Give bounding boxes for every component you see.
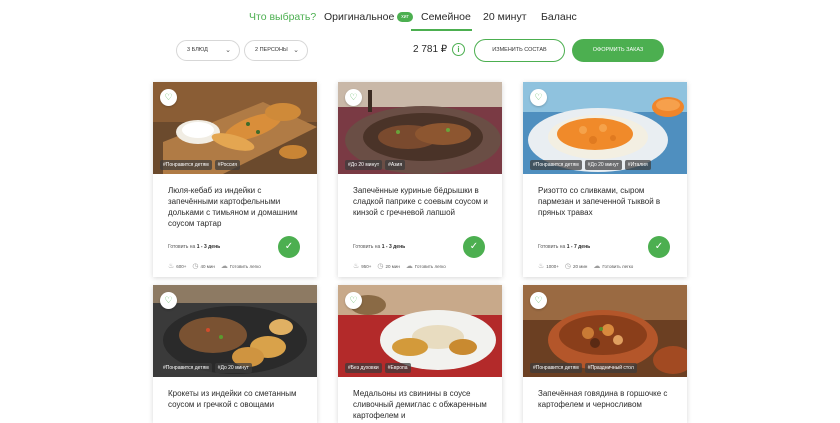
recipe-stats: ♨ 1000+ ◷ 20 мин ☁ Готовить легко [538,262,639,270]
calories-value: 600+ [176,263,187,269]
recipe-image: ♡ #Понравится детям #Россия [153,82,317,174]
chevron-down-icon: ⌄ [293,47,299,54]
cook-prefix: Готовить на [168,244,196,250]
tag-list: #Без духовки #Европа [345,363,411,373]
recipe-title[interactable]: Крокеты из индейки со сметанным соусом и… [168,388,308,410]
recipe-tag: #До 20 минут [345,160,383,170]
recipe-title[interactable]: Люля-кебаб из индейки с запечёнными карт… [168,185,308,229]
calories-value: 1000+ [546,263,559,269]
tab-original[interactable]: Оригинальное хит [324,11,413,23]
clock-icon: ◷ [564,263,572,270]
recipe-card[interactable]: ♡ #До 20 минут #Азия Запечённые куриные … [338,82,502,277]
tag-list: #Понравится детям #До 20 минут #Италия [530,160,651,170]
tab-balance[interactable]: Баланс [541,11,577,23]
recipe-stats: ♨ 950+ ◷ 20 мин ☁ Готовить легко [353,262,452,270]
tab-family[interactable]: Семейное [421,11,471,23]
place-order-button[interactable]: Оформить заказ [572,39,664,62]
recipe-tag: #До 20 минут [214,363,252,373]
calories-icon: ♨ [538,263,545,270]
favorite-heart-icon[interactable]: ♡ [160,292,177,309]
recipe-tag: #Понравится детям [530,160,582,170]
recipe-card[interactable]: ♡ #Понравится детям #До 20 минут Крокеты… [153,285,317,423]
recipe-tag: #Европа [384,363,411,373]
persons-count-value: 2 персоны [255,47,288,53]
favorite-heart-icon[interactable]: ♡ [160,89,177,106]
recipe-stats: ♨ 600+ ◷ 40 мин ☁ Готовить легко [168,262,267,270]
recipe-card[interactable]: ♡ #Понравится детям #Россия Люля-кебаб и… [153,82,317,277]
recipe-tag: #Италия [624,160,651,170]
recipe-title[interactable]: Медальоны из свинины в соусе сливочный д… [353,388,493,421]
active-tab-indicator [411,29,472,31]
difficulty-value: Готовить легко [602,263,634,269]
clock-icon: ◷ [192,263,199,270]
cook-days: 1 - 3 день [196,244,221,250]
tag-list: #До 20 минут #Азия [345,160,406,170]
recipe-image: ♡ #Понравится детям #До 20 минут [153,285,317,377]
dishes-count-select[interactable]: 3 блюд ⌄ [176,40,240,61]
recipe-title[interactable]: Ризотто со сливками, сыром пармезан и за… [538,185,678,218]
cook-days: 1 - 7 день [566,244,591,250]
recipe-image: ♡ #Понравится детям #До 20 минут #Италия [523,82,687,174]
cook-prefix: Готовить на [353,244,381,250]
change-composition-button[interactable]: Изменить состав [474,39,565,62]
time-value: 20 мин [385,263,400,269]
clock-icon: ◷ [377,263,384,270]
recipe-image: ♡ #До 20 минут #Азия [338,82,502,174]
calories-icon: ♨ [353,263,360,270]
recipe-tag: #Понравится детям [160,363,212,373]
favorite-heart-icon[interactable]: ♡ [530,292,547,309]
tag-list: #Понравится детям #Праздничный стол [530,363,637,373]
recipe-image: ♡ #Понравится детям #Праздничный стол [523,285,687,377]
favorite-heart-icon[interactable]: ♡ [345,292,362,309]
calories-value: 950+ [361,263,372,269]
tag-list: #Понравится детям #Россия [160,160,240,170]
recipe-title[interactable]: Запечённая говядина в горшочке с картофе… [538,388,678,410]
hit-badge: хит [397,12,413,22]
recipe-tag: #Понравится детям [160,160,212,170]
cook-window: Готовить на 1 - 3 день [168,244,220,250]
selected-check-icon[interactable]: ✓ [278,236,300,258]
chef-hat-icon: ☁ [405,263,413,270]
tag-list: #Понравится детям #До 20 минут [160,363,252,373]
cook-window: Готовить на 1 - 7 день [538,244,590,250]
recipe-card[interactable]: ♡ #Без духовки #Европа Медальоны из свин… [338,285,502,423]
chef-hat-icon: ☁ [593,263,601,270]
tab-original-label: Оригинальное [324,11,395,23]
difficulty-value: Готовить легко [229,263,261,269]
time-value: 20 мин [573,263,588,269]
cook-window: Готовить на 1 - 3 день [353,244,405,250]
cook-prefix: Готовить на [538,244,566,250]
total-price: 2 781 ₽ [413,44,448,55]
calories-icon: ♨ [168,263,175,270]
recipe-tag: #Россия [214,160,240,170]
chef-hat-icon: ☁ [220,263,228,270]
recipe-tag: #Азия [385,160,406,170]
recipe-card[interactable]: ♡ #Понравится детям #До 20 минут #Италия… [523,82,687,277]
info-icon[interactable]: i [452,43,465,56]
difficulty-value: Готовить легко [414,263,446,269]
favorite-heart-icon[interactable]: ♡ [530,89,547,106]
recipe-tag: #До 20 минут [584,160,622,170]
selected-check-icon[interactable]: ✓ [463,236,485,258]
favorite-heart-icon[interactable]: ♡ [345,89,362,106]
tab-20-minutes[interactable]: 20 минут [483,11,527,23]
chevron-down-icon: ⌄ [225,47,231,54]
persons-count-select[interactable]: 2 персоны ⌄ [244,40,308,61]
recipe-tag: #Понравится детям [530,363,582,373]
recipe-title[interactable]: Запечённые куриные бёдрышки в сладкой па… [353,185,493,218]
dishes-count-value: 3 блюд [187,47,208,53]
recipe-image: ♡ #Без духовки #Европа [338,285,502,377]
time-value: 40 мин [200,263,215,269]
recipe-card[interactable]: ♡ #Понравится детям #Праздничный стол За… [523,285,687,423]
top-navigation: Что выбрать? Оригинальное хит Семейное 20… [0,0,840,34]
recipe-tag: #Праздничный стол [584,363,637,373]
cook-days: 1 - 3 день [381,244,406,250]
recipe-tag: #Без духовки [345,363,382,373]
tab-what-to-choose[interactable]: Что выбрать? [249,11,316,23]
selected-check-icon[interactable]: ✓ [648,236,670,258]
